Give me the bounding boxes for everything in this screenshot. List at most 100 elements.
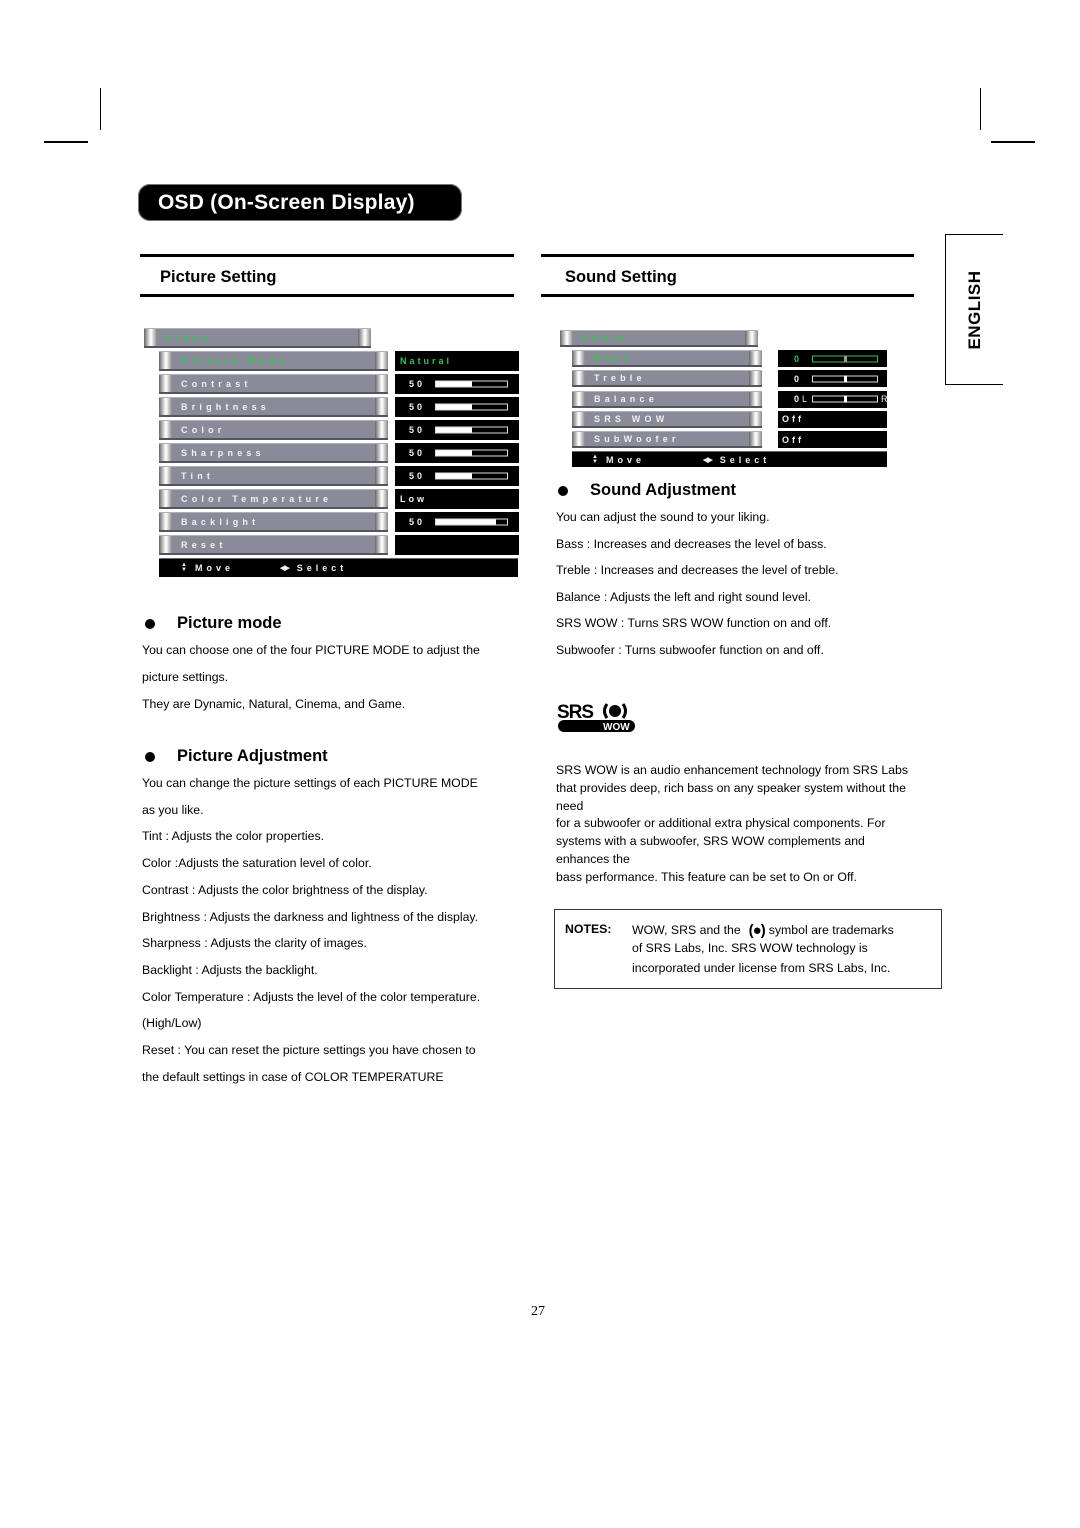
osd-item-value[interactable]: 50: [395, 374, 519, 394]
section-rule: [541, 294, 914, 297]
osd-menu-title: Video: [166, 332, 212, 343]
osd-item-label: Bass: [594, 353, 633, 364]
osd-value-number: 0: [794, 373, 803, 384]
osd-item-value[interactable]: 0: [778, 350, 887, 368]
bullet-icon: [145, 618, 155, 629]
osd-menu-item[interactable]: Treble: [572, 370, 762, 388]
text-line: You can change the picture settings of e…: [142, 776, 478, 790]
osd-value-number: 50: [409, 517, 426, 527]
osd-item-value[interactable]: Off: [778, 410, 887, 428]
slider-fill: [436, 473, 472, 479]
bar-cap: [375, 421, 388, 438]
left-right-arrow-icon: ◀▶: [279, 565, 290, 572]
page-title: OSD (On-Screen Display): [138, 184, 462, 221]
osd-menu-item[interactable]: Color Temperature: [159, 489, 388, 509]
notes-line: of SRS Labs, Inc. SRS WOW technology is: [632, 941, 868, 955]
osd-menu-item[interactable]: Balance: [572, 390, 762, 408]
osd-item-value[interactable]: 0: [778, 370, 887, 388]
osd-menu-item[interactable]: SRS WOW: [572, 410, 762, 428]
bar-cap: [749, 351, 762, 366]
osd-item-value[interactable]: 50: [395, 466, 519, 486]
osd-slider[interactable]: [435, 518, 508, 526]
section-rule: [140, 294, 514, 297]
osd-footer: ▲ ▼ Move ◀▶ Select: [572, 451, 887, 468]
text-line: Reset : You can reset the picture settin…: [142, 1043, 476, 1057]
sound-adjustment-heading: Sound Adjustment: [558, 481, 736, 500]
text-line: You can choose one of the four PICTURE M…: [142, 643, 480, 657]
picture-adjustment-heading: Picture Adjustment: [145, 747, 328, 766]
osd-menu-item[interactable]: Tint: [159, 466, 388, 486]
osd-menu-title-bar: Audio: [560, 330, 758, 347]
osd-item-value[interactable]: 50: [395, 443, 519, 463]
osd-item-value[interactable]: 50: [395, 420, 519, 440]
osd-value-number: 0: [794, 353, 803, 364]
osd-slider[interactable]: [435, 449, 508, 457]
bar-cap: [572, 371, 585, 386]
language-tab: ENGLISH: [945, 234, 1003, 385]
osd-menu-item[interactable]: Reset: [159, 535, 388, 555]
slider-fill: [436, 519, 497, 525]
text-line: SRS WOW is an audio enhancement technolo…: [556, 763, 908, 777]
bar-cap: [749, 371, 762, 386]
text-line: Sharpness : Adjusts the clarity of image…: [142, 936, 367, 951]
osd-item-label: Sharpness: [181, 447, 265, 458]
bar-cap: [375, 398, 388, 415]
text-line: need: [556, 798, 584, 813]
text-line: (High/Low): [142, 1016, 202, 1031]
osd-menu-item[interactable]: Picture Mode: [159, 351, 388, 371]
osd-menu-item[interactable]: Color: [159, 420, 388, 440]
osd-slider[interactable]: [435, 380, 508, 388]
sound-setting-heading: Sound Setting: [565, 268, 677, 286]
slider-thumb[interactable]: [843, 395, 847, 403]
osd-menu-item[interactable]: Contrast: [159, 374, 388, 394]
slider-thumb[interactable]: [843, 375, 847, 383]
osd-item-value[interactable]: [395, 535, 519, 555]
bullet-icon: [145, 751, 155, 762]
osd-slider[interactable]: [435, 426, 508, 434]
bar-cap: [745, 331, 758, 345]
osd-menu-title-bar: Video: [144, 328, 371, 348]
text-line: Tint : Adjusts the color properties.: [142, 829, 325, 844]
text-line: the default settings in case of COLOR TE…: [142, 1069, 444, 1084]
picture-mode-title: Picture mode: [177, 614, 282, 632]
osd-item-label: SubWoofer: [594, 434, 680, 444]
osd-menu-item[interactable]: Sharpness: [159, 443, 388, 463]
language-label: ENGLISH: [964, 269, 984, 350]
osd-menu-item[interactable]: Brightness: [159, 397, 388, 417]
osd-item-value[interactable]: 50: [395, 512, 519, 532]
notes-line: WOW, SRS and the (●) symbol are trademarks: [632, 922, 894, 939]
text-line: Balance : Adjusts the left and right sou…: [556, 589, 811, 604]
osd-slider[interactable]: [812, 355, 878, 363]
text-line: as you like.: [142, 802, 204, 817]
osd-slider[interactable]: [812, 395, 878, 403]
text-line: that provides deep, rich bass on any spe…: [556, 780, 906, 795]
text-line: Treble : Increases and decreases the lev…: [556, 563, 839, 578]
osd-slider[interactable]: [812, 375, 878, 383]
left-right-arrow-icon: ◀▶: [702, 456, 713, 464]
osd-slider[interactable]: [435, 403, 508, 411]
osd-item-label: Color Temperature: [181, 493, 333, 504]
osd-item-label: SRS WOW: [594, 413, 669, 424]
osd-menu-item[interactable]: SubWoofer: [572, 431, 762, 448]
bar-cap: [375, 490, 388, 507]
text-line: bass performance. This feature can be se…: [556, 869, 857, 884]
up-down-arrow-icon: ▲ ▼: [592, 453, 598, 465]
text-line: SRS WOW : Turns SRS WOW function on and …: [556, 616, 832, 631]
osd-menu-item[interactable]: Bass: [572, 350, 762, 368]
page-number: 27: [531, 1304, 545, 1319]
slider-thumb[interactable]: [843, 355, 847, 363]
bar-cap: [159, 398, 172, 415]
osd-menu-item[interactable]: Backlight: [159, 512, 388, 532]
osd-item-value[interactable]: 0L R: [778, 390, 888, 408]
osd-item-label: Backlight: [181, 516, 260, 527]
osd-value-text: Off: [782, 434, 804, 445]
text-line: picture settings.: [142, 669, 229, 684]
text-line: Contrast : Adjusts the color brightness …: [142, 882, 428, 897]
bar-cap: [375, 536, 388, 553]
osd-item-value[interactable]: Low: [395, 489, 519, 509]
osd-item-value[interactable]: Off: [778, 431, 887, 448]
osd-item-value[interactable]: 50: [395, 397, 519, 417]
osd-slider[interactable]: [435, 472, 508, 480]
osd-item-value[interactable]: Natural: [395, 351, 519, 371]
bar-cap: [560, 331, 573, 345]
